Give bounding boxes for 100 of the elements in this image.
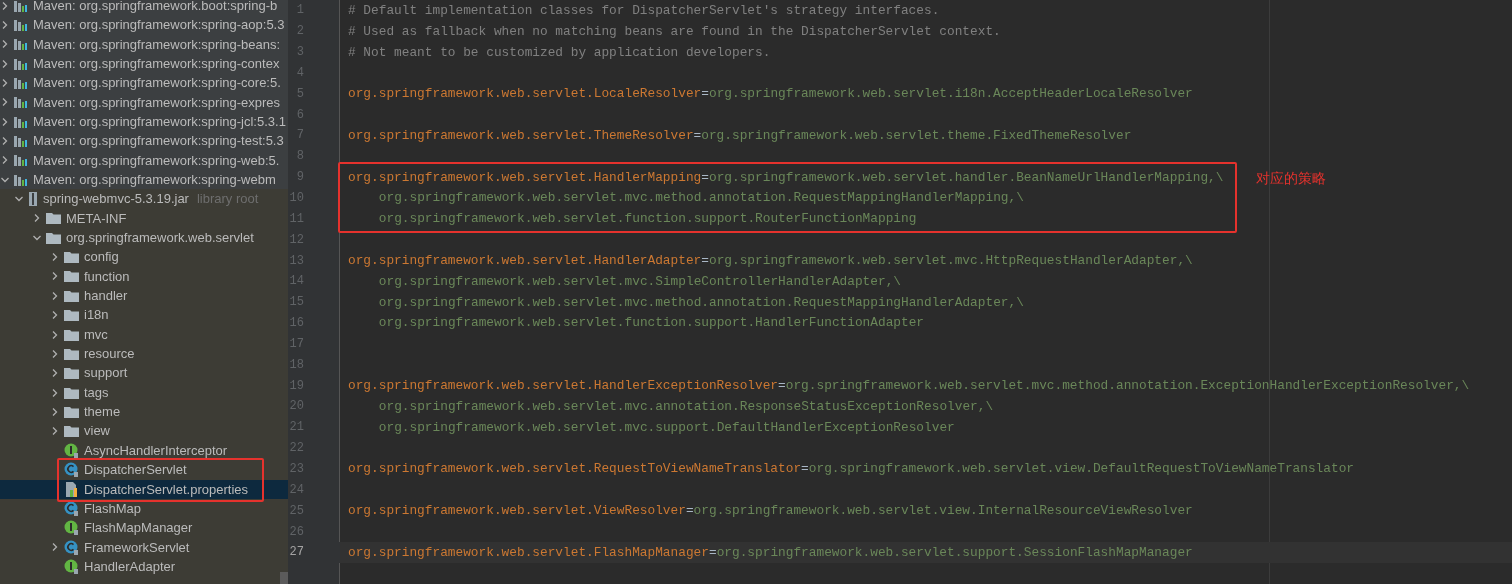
library-icon: [14, 115, 28, 128]
chevron-right-icon[interactable]: [51, 543, 59, 552]
chevron-right-icon[interactable]: [51, 388, 59, 397]
class-icon: [64, 462, 79, 478]
tree-item[interactable]: resource: [64, 344, 135, 364]
chevron-right-icon[interactable]: [1, 137, 9, 146]
tree-item-label: META-INF: [66, 209, 127, 228]
chevron-right-icon[interactable]: [51, 369, 59, 378]
property-key: org.springframework.web.servlet.RequestToViewNameTranslator: [348, 459, 802, 479]
chevron-right-icon[interactable]: [1, 1, 9, 10]
scrollbar-thumb[interactable]: [280, 572, 288, 584]
property-key: org.springframework.web.servlet.ViewResolver: [348, 501, 686, 521]
tree-item[interactable]: META-INF: [46, 208, 127, 229]
chevron-right-icon[interactable]: [1, 40, 9, 49]
folder-icon: [64, 367, 79, 380]
folder-icon: [64, 270, 79, 283]
chevron-right-icon[interactable]: [51, 427, 59, 436]
tree-item[interactable]: view: [64, 421, 110, 441]
folder-icon: [64, 289, 79, 302]
folder-icon: [64, 328, 79, 341]
tree-item-label: function: [84, 267, 130, 286]
tree-item-label: FlashMap: [84, 499, 142, 518]
assignment-sign: =: [801, 460, 809, 479]
property-value: org.springframework.web.servlet.mvc.method.annotation.RequestMappingHandlerAdapter,\: [377, 293, 1024, 312]
property-key: org.springframework.web.servlet.HandlerAdapter: [348, 250, 702, 271]
tree-item-label: mvc: [84, 325, 108, 344]
assignment-sign: =: [701, 85, 709, 104]
property-value: org.springframework.web.servlet.view.DefaultRequestToViewNameTranslator: [808, 460, 1355, 479]
tree-item[interactable]: config: [64, 247, 119, 267]
chevron-right-icon[interactable]: [33, 214, 41, 223]
tree-item-label: Maven: org.springframework:spring-webm: [33, 171, 276, 189]
tree-item[interactable]: support: [64, 363, 128, 383]
tree-item[interactable]: mvc: [64, 324, 108, 345]
chevron-right-icon[interactable]: [51, 407, 59, 416]
property-key: org.springframework.web.servlet.HandlerMapping: [348, 167, 702, 187]
tree-item-hint: library root: [196, 190, 259, 209]
tree-item-label: i18n: [84, 306, 109, 325]
tree-item-label: Maven: org.springframework:spring-jcl:5.3.1: [33, 113, 286, 131]
folder-icon: [46, 231, 61, 244]
tree-item[interactable]: function: [64, 266, 130, 287]
tree-item[interactable]: HandlerAdapter: [64, 556, 176, 577]
tree-item-label: spring-webmvc-5.3.19.jar: [43, 190, 189, 209]
tree-item[interactable]: DispatcherServlet: [64, 460, 187, 480]
chevron-right-icon[interactable]: [51, 291, 59, 300]
tree-item[interactable]: FlashMapManager: [64, 518, 193, 538]
folder-icon: [64, 425, 79, 438]
property-value: org.springframework.web.servlet.handler.BeanNameUrlHandlerMapping,\: [708, 168, 1224, 187]
chevron-down-icon[interactable]: [15, 195, 23, 204]
tree-item[interactable]: i18n: [64, 305, 109, 325]
properties-file-icon: [64, 481, 79, 497]
library-icon: [14, 38, 28, 51]
interface-icon: [64, 520, 79, 536]
tree-item[interactable]: theme: [64, 402, 121, 422]
chevron-right-icon[interactable]: [51, 311, 59, 320]
tree-item-label: FlashMapManager: [84, 519, 193, 538]
chevron-right-icon[interactable]: [51, 272, 59, 281]
chevron-right-icon[interactable]: [1, 79, 9, 88]
chevron-right-icon[interactable]: [51, 349, 59, 358]
assignment-sign: =: [701, 168, 709, 187]
chevron-right-icon[interactable]: [51, 330, 59, 339]
library-icon: [14, 0, 28, 12]
property-key: org.springframework.web.servlet.LocaleResolver: [348, 84, 702, 104]
tree-item[interactable]: AsyncHandlerInterceptor: [64, 440, 228, 461]
tree-item[interactable]: FrameworkServlet: [64, 537, 190, 557]
class-icon: [64, 501, 79, 517]
chevron-right-icon[interactable]: [1, 98, 9, 107]
code-comment: # Default implementation classes for DispatcherServlet's strategy interfaces.: [348, 1, 940, 20]
tree-item[interactable]: FlashMap: [64, 498, 142, 519]
chevron-right-icon[interactable]: [1, 21, 9, 29]
line-number: 27: [289, 544, 304, 562]
chevron-down-icon[interactable]: [1, 175, 9, 184]
tree-item[interactable]: spring-webmvc-5.3.19.jar library root: [28, 189, 259, 209]
chevron-right-icon[interactable]: [1, 156, 9, 165]
chevron-right-icon[interactable]: [1, 59, 9, 68]
tree-item-label: config: [84, 248, 119, 267]
folder-icon: [64, 309, 79, 322]
property-key: org.springframework.web.servlet.FlashMapManager: [348, 542, 709, 562]
chevron-right-icon[interactable]: [1, 117, 9, 126]
property-key: org.springframework.web.servlet.ThemeResolver: [348, 125, 694, 146]
tree-item[interactable]: handler: [64, 286, 128, 306]
assignment-sign: =: [685, 502, 694, 521]
interface-icon: [64, 559, 79, 575]
tree-item-label: support: [84, 364, 128, 383]
property-value: org.springframework.web.servlet.function.support.RouterFunctionMapping: [377, 210, 917, 229]
chevron-down-icon[interactable]: [33, 233, 41, 242]
property-value: org.springframework.web.servlet.mvc.HttpRequestHandlerAdapter,\: [708, 251, 1193, 270]
folder-icon: [64, 405, 79, 418]
library-icon: [14, 154, 28, 167]
tree-item-label: tags: [84, 383, 109, 402]
tree-item-label: AsyncHandlerInterceptor: [84, 441, 228, 460]
library-icon: [14, 135, 28, 148]
code-comment: # Used as fallback when no matching beans are found in the DispatcherServlet context.: [348, 22, 1001, 41]
tree-item-label: DispatcherServlet.properties: [84, 480, 249, 499]
tree-item[interactable]: tags: [64, 382, 109, 403]
folder-icon: [46, 212, 61, 225]
chevron-right-icon[interactable]: [51, 253, 59, 262]
tree-item-label: FrameworkServlet: [84, 538, 190, 557]
class-icon: [64, 539, 79, 555]
assignment-sign: =: [693, 126, 702, 145]
tree-item-label: Maven: org.springframework:spring-beans:: [33, 35, 281, 54]
